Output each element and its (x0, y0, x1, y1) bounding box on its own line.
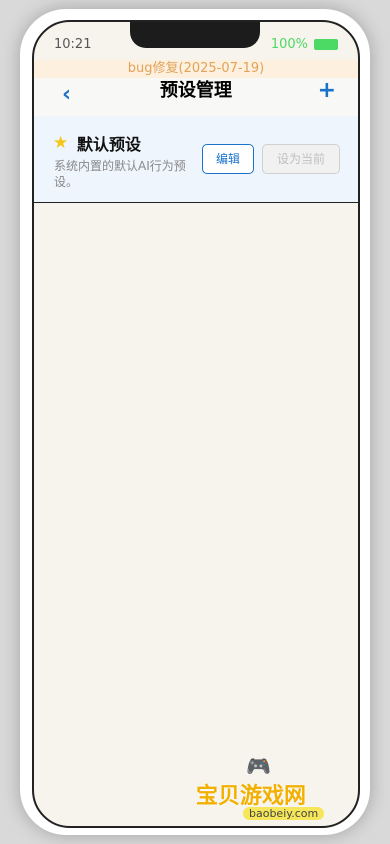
watermark-title: 宝贝游戏网 (196, 784, 307, 809)
page-title: 预设管理 (160, 80, 232, 101)
preset-description: 系统内置的默认AI行为预设。 (54, 159, 186, 189)
battery-percent: 100% (270, 37, 308, 52)
watermark: 🎮 宝贝游戏网 baobeiy.com (196, 754, 346, 829)
status-time: 10:21 (54, 37, 92, 52)
add-preset-icon[interactable]: + (318, 78, 336, 103)
edit-button[interactable]: 编辑 (202, 144, 254, 174)
phone-frame: 10:21 100% bug修复(2025-07-19) ‹ 预设管理 + ★ … (20, 9, 370, 835)
update-banner: bug修复(2025-07-19) (34, 60, 358, 78)
preset-list-item[interactable]: ★ 默认预设 系统内置的默认AI行为预设。 编辑 设为当前 (34, 116, 358, 203)
preset-name: 默认预设 (77, 135, 142, 154)
nav-bar: ‹ 预设管理 + (34, 78, 358, 117)
set-current-button[interactable]: 设为当前 (262, 144, 340, 174)
star-icon: ★ (53, 133, 69, 153)
app-screen: 10:21 100% bug修复(2025-07-19) ‹ 预设管理 + ★ … (32, 20, 360, 828)
battery-icon (314, 39, 338, 50)
gamepad-icon: 🎮 (246, 754, 271, 778)
battery-indicator: 100% (271, 37, 338, 52)
watermark-url: baobeiy.com (243, 807, 325, 820)
device-notch (130, 22, 260, 48)
